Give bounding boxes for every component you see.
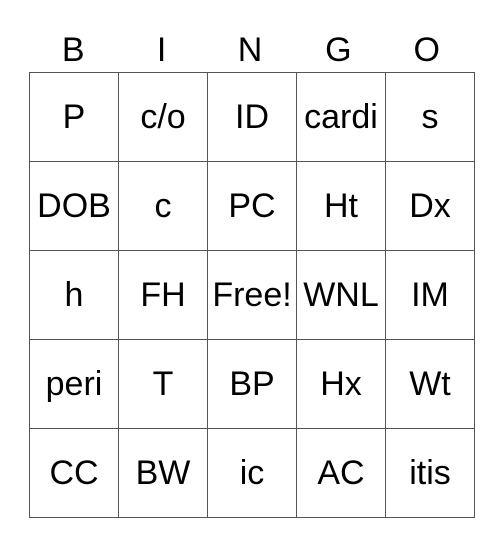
header-letter: I — [156, 31, 167, 69]
bingo-cell[interactable]: h — [29, 250, 119, 340]
bingo-cell[interactable]: CC — [29, 428, 119, 518]
header-letter: B — [61, 31, 85, 69]
header-letter: G — [325, 31, 352, 69]
bingo-cell[interactable]: c — [118, 161, 208, 251]
bingo-row: Pc/o ID cardi s — [29, 72, 475, 162]
bingo-cell[interactable]: peri — [29, 339, 119, 429]
bingo-row: h FH Free! WNL IM — [29, 250, 475, 340]
bingo-cell[interactable]: BP — [207, 339, 297, 429]
bingo-cell[interactable]: BW — [118, 428, 208, 518]
bingo-cell[interactable]: itis — [385, 428, 475, 518]
bingo-cell[interactable]: T — [118, 339, 208, 429]
bingo-cell[interactable]: PC — [207, 161, 297, 251]
free-space-cell[interactable]: Free! — [207, 250, 297, 340]
bingo-cell[interactable]: P — [29, 72, 119, 162]
bingo-row: DOB c PC Ht Dx — [29, 161, 475, 251]
bingo-header: BINGO — [29, 28, 471, 72]
bingo-cell[interactable]: Ht — [296, 161, 386, 251]
header-letter: O — [413, 31, 440, 69]
bingo-cell[interactable]: Hx — [296, 339, 386, 429]
bingo-cell[interactable]: DOB — [29, 161, 119, 251]
bingo-row: peri T BP Hx Wt — [29, 339, 475, 429]
bingo-cell[interactable]: FH — [118, 250, 208, 340]
header-letter: N — [237, 31, 263, 69]
bingo-cell[interactable]: Dx — [385, 161, 475, 251]
bingo-cell[interactable]: s — [385, 72, 475, 162]
bingo-grid: Pc/o ID cardi s DOB c PC Ht Dx h FH Free! WNL IM peri T… — [29, 72, 475, 518]
bingo-cell[interactable]: IM — [385, 250, 475, 340]
bingo-cell[interactable]: WNL — [296, 250, 386, 340]
bingo-cell[interactable]: ic — [207, 428, 297, 518]
bingo-cell[interactable]: c/o — [118, 72, 208, 162]
bingo-cell[interactable]: ID — [207, 72, 297, 162]
bingo-cell[interactable]: Wt — [385, 339, 475, 429]
bingo-cell[interactable]: cardi — [296, 72, 386, 162]
bingo-cell[interactable]: AC — [296, 428, 386, 518]
bingo-row: CC BW ic AC itis — [29, 428, 475, 518]
